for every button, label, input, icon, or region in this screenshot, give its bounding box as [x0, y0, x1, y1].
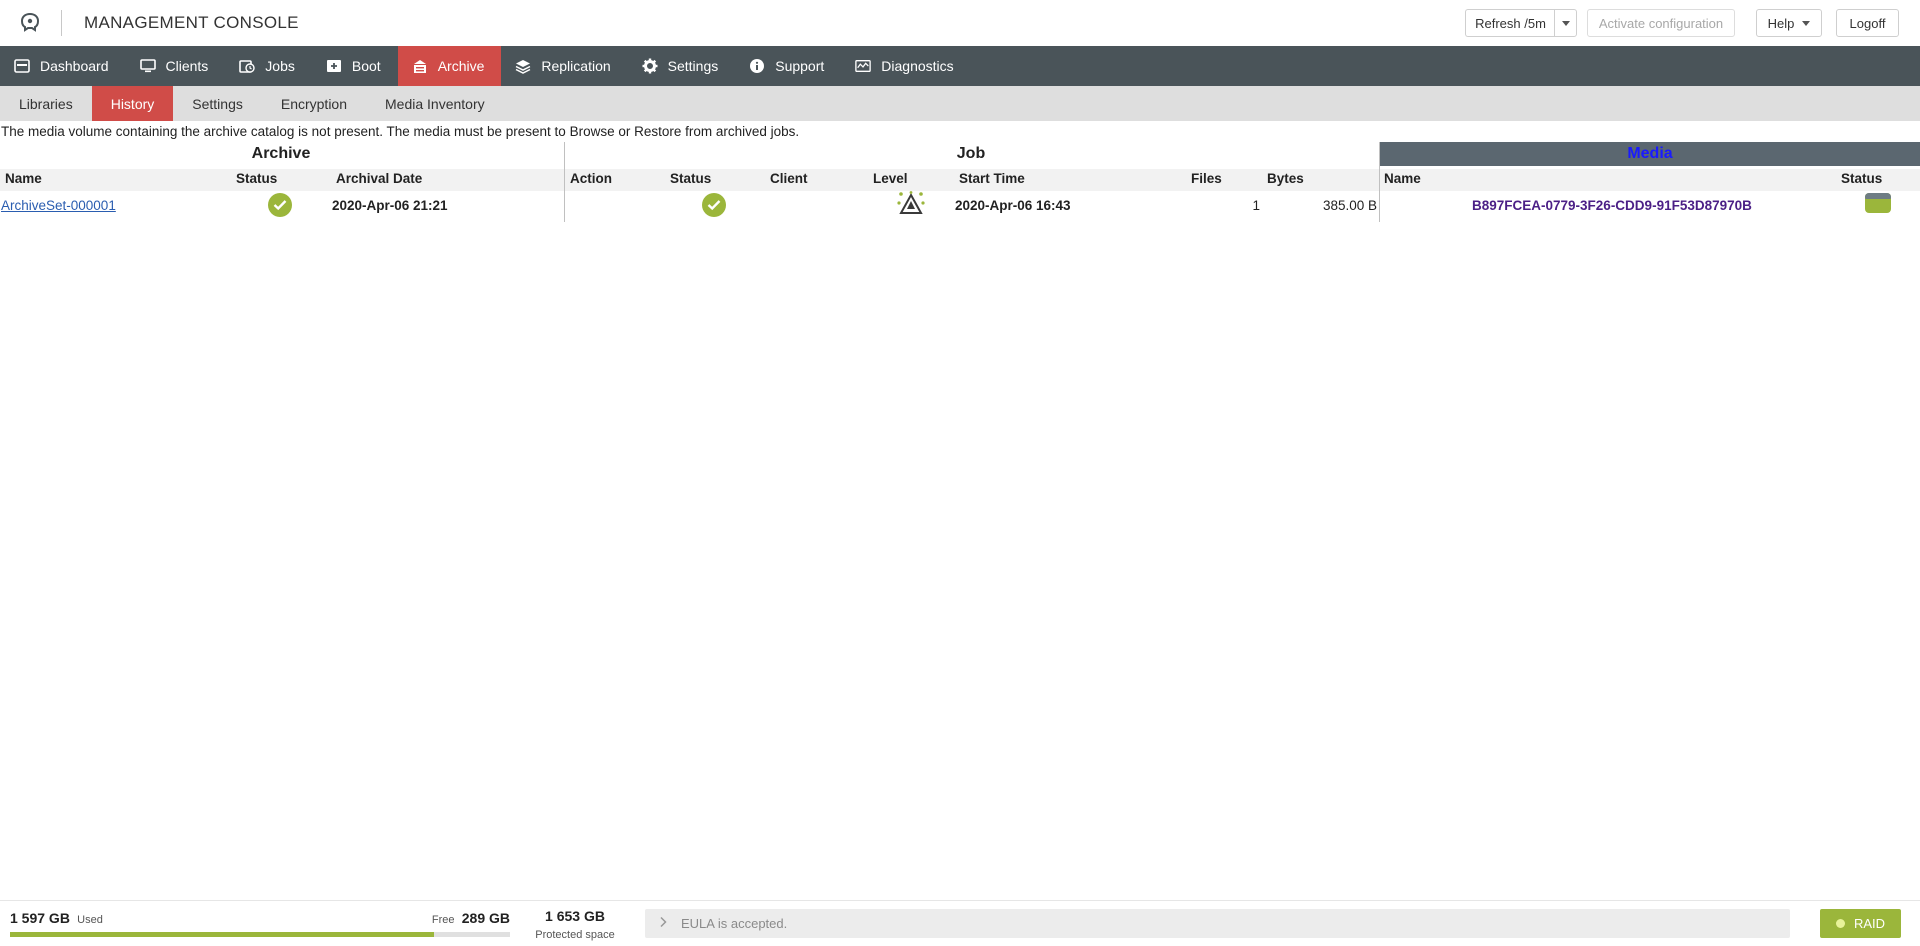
col-header-archive-name[interactable]: Name	[5, 171, 42, 186]
refresh-label: Refresh /5m	[1475, 15, 1546, 31]
nav-item-diagnostics[interactable]: Diagnostics	[841, 46, 970, 86]
nav-label: Archive	[437, 58, 485, 74]
col-header-action[interactable]: Action	[570, 171, 612, 186]
tab-settings[interactable]: Settings	[173, 86, 262, 121]
used-value: 1 597 GB	[10, 910, 70, 926]
col-header-media-name[interactable]: Name	[1384, 171, 1421, 186]
group-header-archive: Archive	[251, 145, 311, 162]
nav-label: Support	[775, 58, 825, 74]
nav-label: Dashboard	[40, 58, 109, 74]
col-header-archive-status[interactable]: Status	[236, 171, 277, 186]
archive-set-link[interactable]: ArchiveSet-000001	[1, 198, 116, 213]
nav-label: Diagnostics	[881, 58, 954, 74]
nav-label: Replication	[541, 58, 611, 74]
eula-status-text: EULA is accepted.	[681, 916, 788, 931]
tab-history[interactable]: History	[91, 86, 174, 121]
col-header-media-status[interactable]: Status	[1841, 171, 1882, 186]
storage-used: 1 597 GB Used	[10, 910, 103, 926]
tab-encryption[interactable]: Encryption	[262, 86, 366, 121]
nav-label: Clients	[165, 58, 209, 74]
logo-divider	[61, 10, 62, 36]
nav-item-jobs[interactable]: Jobs	[225, 46, 312, 86]
status-ok-icon	[268, 193, 292, 217]
column-divider	[1379, 142, 1380, 222]
refresh-button[interactable]: Refresh /5m	[1465, 9, 1555, 37]
nav-item-settings[interactable]: Settings	[628, 46, 736, 86]
free-label: Free	[431, 914, 455, 926]
logoff-label: Logoff	[1849, 15, 1886, 31]
col-header-level[interactable]: Level	[873, 171, 908, 186]
dashboard-icon	[14, 58, 30, 74]
protected-space: 1 653 GB Protected space	[534, 907, 616, 944]
raid-status-button[interactable]: RAID	[1820, 909, 1901, 938]
layers-icon	[515, 58, 531, 74]
chevron-down-icon	[1561, 20, 1570, 26]
nav-item-clients[interactable]: Clients	[126, 46, 226, 86]
catalog-missing-notice: The media volume containing the archive …	[1, 124, 800, 139]
top-bar: MANAGEMENT CONSOLE Refresh /5m Activate …	[0, 0, 1920, 46]
col-header-start-time[interactable]: Start Time	[959, 171, 1025, 186]
free-value: 289 GB	[461, 910, 510, 926]
help-menu-button[interactable]: Help	[1756, 9, 1822, 37]
protected-label: Protected space	[535, 929, 615, 941]
raid-label: RAID	[1853, 916, 1886, 931]
chevron-down-icon	[1802, 20, 1811, 26]
jobs-icon	[239, 58, 255, 74]
app-title: MANAGEMENT CONSOLE	[84, 13, 299, 32]
group-header-job: Job	[956, 145, 986, 162]
col-header-client[interactable]: Client	[770, 171, 808, 186]
media-volume-name[interactable]: B897FCEA-0779-3F26-CDD9-91F53D87970B	[1472, 198, 1752, 213]
tab-libraries[interactable]: Libraries	[0, 86, 92, 121]
boot-icon	[326, 58, 342, 74]
col-header-files[interactable]: Files	[1191, 171, 1222, 186]
nav-item-replication[interactable]: Replication	[501, 46, 627, 86]
disk-icon	[1864, 191, 1892, 215]
nav-label: Settings	[667, 58, 719, 74]
storage-usage-fill	[10, 932, 434, 937]
archival-date: 2020-Apr-06 21:21	[332, 198, 448, 213]
sub-nav: Libraries History Settings Encryption Me…	[0, 86, 1920, 121]
help-label: Help	[1767, 15, 1795, 31]
nav-item-boot[interactable]: Boot	[312, 46, 398, 86]
storage-usage-bar	[10, 932, 510, 937]
group-header-media: Media	[1380, 142, 1920, 166]
job-files-count: 1	[1252, 198, 1260, 213]
job-bytes: 385.00 B	[1322, 198, 1377, 213]
storage-free: Free 289 GB	[432, 910, 510, 926]
main-nav: Dashboard Clients Jobs Boot Archive Repl…	[0, 46, 1920, 86]
monitor-icon	[139, 58, 156, 74]
chart-icon	[855, 58, 872, 74]
used-label: Used	[77, 914, 103, 926]
nav-item-dashboard[interactable]: Dashboard	[0, 46, 126, 86]
nav-label: Boot	[351, 58, 381, 74]
info-icon	[749, 58, 765, 74]
raid-status-dot-icon	[1835, 919, 1845, 928]
col-header-archival-date[interactable]: Archival Date	[336, 171, 422, 186]
job-start-time: 2020-Apr-06 16:43	[955, 198, 1071, 213]
status-ok-icon	[702, 193, 726, 217]
logoff-button[interactable]: Logoff	[1836, 9, 1899, 37]
column-divider	[564, 142, 565, 222]
app-logo-icon	[18, 11, 42, 35]
chevron-right-icon	[659, 916, 667, 931]
col-header-bytes[interactable]: Bytes	[1267, 171, 1304, 186]
nav-label: Jobs	[265, 58, 295, 74]
nav-item-archive[interactable]: Archive	[397, 46, 502, 86]
archive-icon	[412, 58, 428, 74]
protected-value: 1 653 GB	[545, 908, 605, 924]
nav-item-support[interactable]: Support	[735, 46, 841, 86]
activate-configuration-label: Activate configuration	[1598, 15, 1724, 31]
activate-configuration-button[interactable]: Activate configuration	[1587, 9, 1735, 37]
col-header-job-status[interactable]: Status	[670, 171, 711, 186]
refresh-interval-dropdown[interactable]	[1554, 9, 1577, 37]
backup-level-icon	[897, 191, 925, 217]
tab-media-inventory[interactable]: Media Inventory	[366, 86, 504, 121]
eula-status-bar[interactable]: EULA is accepted.	[645, 909, 1790, 938]
gear-icon	[642, 58, 658, 74]
